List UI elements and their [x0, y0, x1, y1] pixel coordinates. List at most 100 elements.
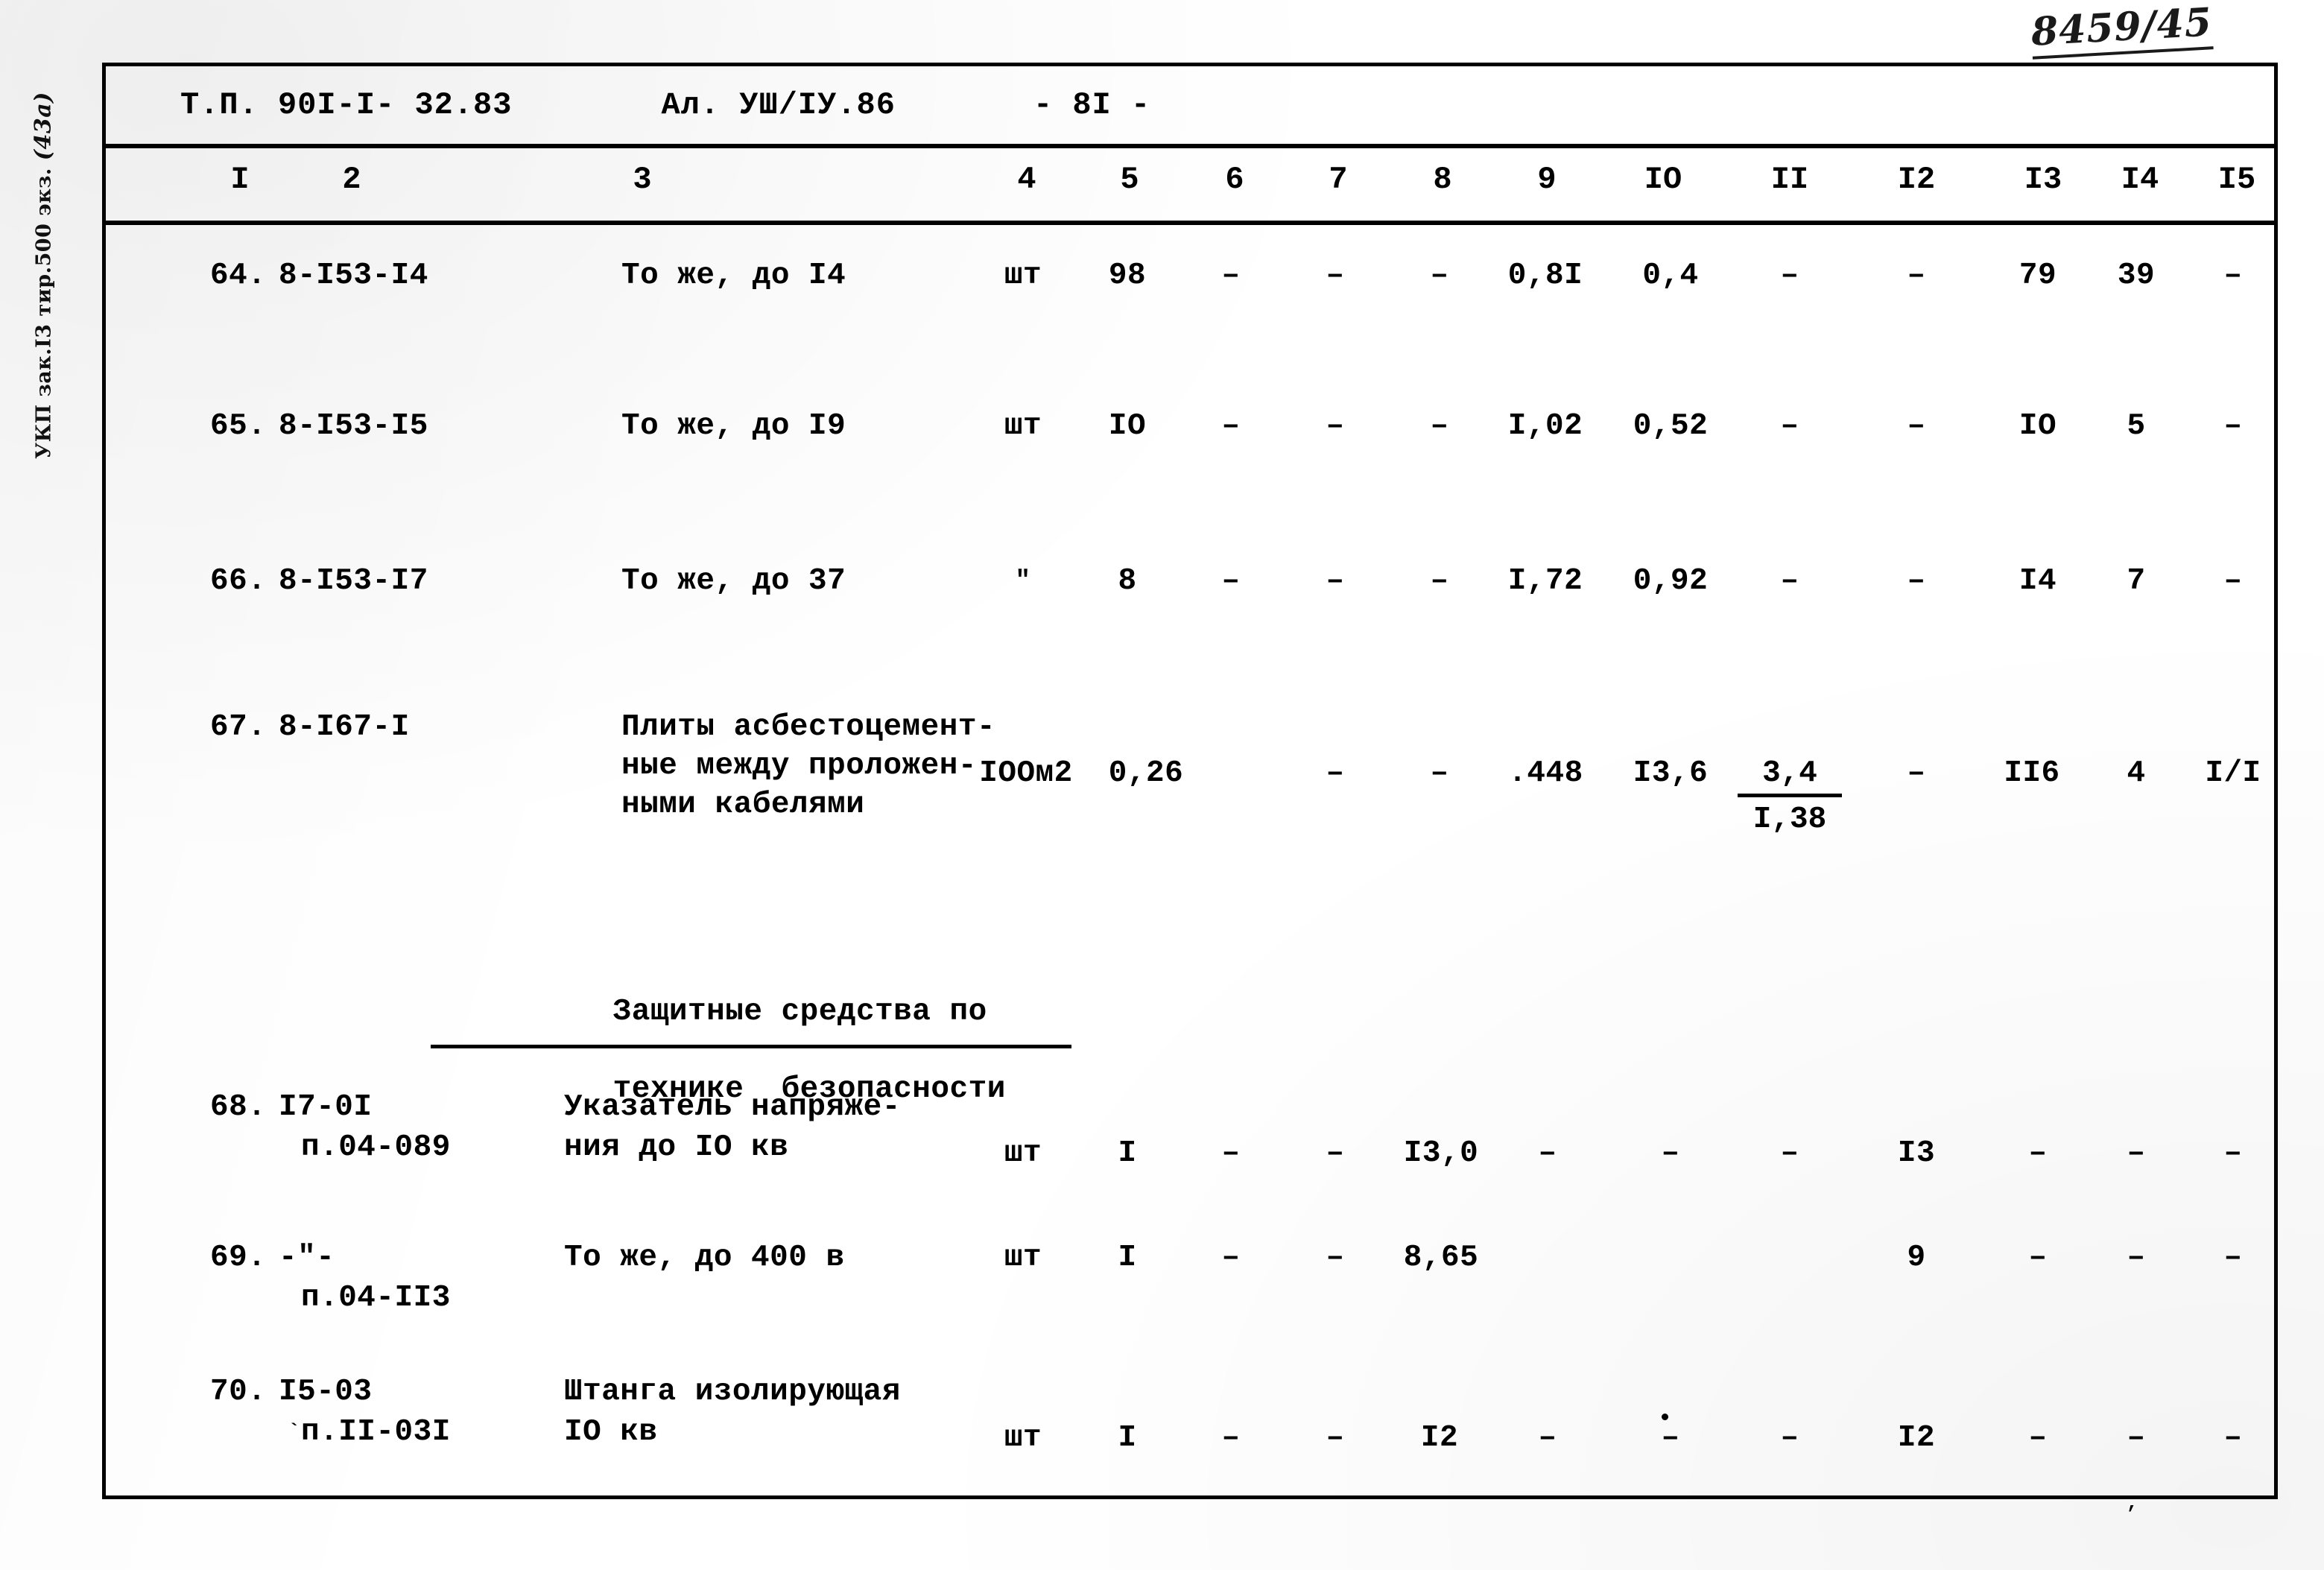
- row-col-13: 79: [2019, 259, 2057, 293]
- row-description-l3: ными кабелями: [621, 788, 865, 822]
- row-col-8: –: [1430, 756, 1449, 791]
- row-col-12: –: [1907, 756, 1926, 791]
- column-header-2: 2: [342, 162, 361, 197]
- archive-number-handwritten: 8459/45: [2030, 0, 2214, 60]
- row-col-10: I3,6: [1633, 756, 1709, 791]
- sheet-caption-row: Т.П. 90I-I- 32.83 Ал. УШ/IУ.86 - 8I -: [106, 66, 2274, 144]
- row-col-10: –: [1661, 1136, 1680, 1171]
- row-col-9: .448: [1508, 756, 1583, 791]
- row-col-6: –: [1221, 1421, 1241, 1455]
- row-col-12: 9: [1907, 1241, 1926, 1275]
- row-col-13: I4: [2019, 564, 2057, 598]
- row-col-11-fraction: 3,4 I,38: [1738, 754, 1842, 839]
- page-number: - 8I -: [1033, 87, 1151, 123]
- row-col-11: –: [1780, 409, 1799, 443]
- album-label: Ал. УШ/IУ.86: [661, 87, 896, 123]
- row-col-11: –: [1780, 564, 1799, 598]
- row-col-14: –: [2127, 1241, 2146, 1275]
- row-col-8: 8,65: [1403, 1241, 1479, 1275]
- row-col-11: –: [1780, 259, 1799, 293]
- column-header-12: I2: [1897, 162, 1936, 197]
- row-col-11: –: [1780, 1421, 1799, 1455]
- column-header-6: 6: [1225, 162, 1244, 197]
- section-heading-line1: Защитные средства по: [612, 995, 987, 1029]
- row-col-10: 0,92: [1633, 564, 1709, 598]
- row-description: То же, до 400 в: [564, 1241, 845, 1275]
- row-unit-ditto: ": [1015, 567, 1031, 595]
- row-code: 8-I53-I4: [279, 259, 428, 293]
- row-number: 68.: [210, 1090, 267, 1124]
- table-body: 64. 8-I53-I4 То же, до I4 шт 98 – – – 0,…: [106, 225, 2274, 1514]
- row-code: I5-03: [279, 1375, 373, 1409]
- row-col-5: I: [1118, 1136, 1137, 1171]
- row-description-l1: Штанга изолирующая: [564, 1375, 901, 1409]
- row-description-l1: Указатель напряже-: [564, 1090, 901, 1124]
- row-col-8: –: [1430, 409, 1449, 443]
- row-col-12: I2: [1897, 1421, 1936, 1455]
- row-col-15: –: [2223, 409, 2243, 443]
- row-col-15: –: [2223, 259, 2243, 293]
- section-heading-underline: [431, 1045, 1071, 1048]
- row-col-13: II6: [2004, 756, 2060, 791]
- row-col-14: 39: [2117, 259, 2156, 293]
- row-col-9: –: [1538, 1421, 1557, 1455]
- row-code: I7-0I: [279, 1090, 373, 1124]
- column-header-1: I: [230, 162, 250, 197]
- row-col-5: I: [1118, 1241, 1137, 1275]
- row-description-l1: Плиты асбестоцемент-: [621, 710, 996, 744]
- archive-number-text: 8459/45: [2030, 0, 2214, 60]
- scan-speck: [1662, 1414, 1668, 1420]
- row-number: 65.: [210, 409, 267, 443]
- row-col-10: 0,4: [1642, 259, 1699, 293]
- row-col-7: –: [1326, 259, 1345, 293]
- row-col-13: –: [2028, 1421, 2048, 1455]
- left-margin-stamp-hand: (43а): [30, 92, 57, 161]
- left-margin-stamp: УКП зак.I3 тир.500 экз. (43а): [31, 37, 57, 514]
- row-col-15: –: [2223, 1136, 2243, 1171]
- row-unit: шт: [1004, 1136, 1042, 1171]
- row-col-10: –: [1661, 1421, 1680, 1455]
- row-col-14: 4: [2127, 756, 2146, 791]
- row-code-secondary: п.04-II3: [301, 1281, 451, 1315]
- row-unit: шт: [1004, 1241, 1042, 1275]
- project-code: Т.П. 90I-I- 32.83: [180, 87, 513, 123]
- column-header-7: 7: [1329, 162, 1348, 197]
- row-col-15: –: [2223, 1421, 2243, 1455]
- row-unit: IOOм2: [979, 756, 1073, 791]
- row-col-13: –: [2028, 1241, 2048, 1275]
- fraction-denominator: I,38: [1753, 803, 1827, 837]
- column-header-15: I5: [2217, 162, 2256, 197]
- row-code: 8-I53-I7: [279, 564, 428, 598]
- row-col-13: –: [2028, 1136, 2048, 1171]
- row-col-9: 0,8I: [1507, 259, 1583, 293]
- row-unit: шт: [1004, 1421, 1042, 1455]
- row-col-14: –: [2127, 1421, 2146, 1455]
- column-header-5: 5: [1120, 162, 1139, 197]
- row-col-9: I,72: [1507, 564, 1583, 598]
- row-number: 64.: [210, 259, 267, 293]
- row-code-ditto: -"-: [279, 1241, 335, 1275]
- row-col-15: –: [2223, 1241, 2243, 1275]
- column-header-8: 8: [1433, 162, 1452, 197]
- scan-tick: ,: [2127, 1492, 2138, 1514]
- fraction-numerator: 3,4: [1738, 754, 1842, 797]
- column-header-4: 4: [1017, 162, 1036, 197]
- row-col-6: –: [1221, 1136, 1241, 1171]
- row-col-6: –: [1221, 564, 1241, 598]
- column-header-3: 3: [633, 162, 652, 197]
- row-col-5: IO: [1108, 409, 1147, 443]
- row-number: 70.: [210, 1375, 267, 1409]
- row-col-7: –: [1326, 756, 1345, 791]
- column-header-11: II: [1770, 162, 1809, 197]
- row-col-5: I: [1118, 1421, 1137, 1455]
- row-col-7: –: [1326, 409, 1345, 443]
- row-col-8: –: [1430, 564, 1449, 598]
- row-col-7: –: [1326, 1421, 1345, 1455]
- row-col-11: –: [1780, 1136, 1799, 1171]
- column-number-row: I 2 3 4 5 6 7 8 9 IO II I2 I3 I4 I5: [106, 148, 2274, 221]
- row-description: То же, до I4: [621, 259, 846, 293]
- left-margin-stamp-text: УКП зак.I3 тир.500 экз.: [32, 168, 56, 459]
- row-col-8: –: [1430, 259, 1449, 293]
- row-col-14: –: [2127, 1136, 2146, 1171]
- row-unit: шт: [1004, 259, 1042, 293]
